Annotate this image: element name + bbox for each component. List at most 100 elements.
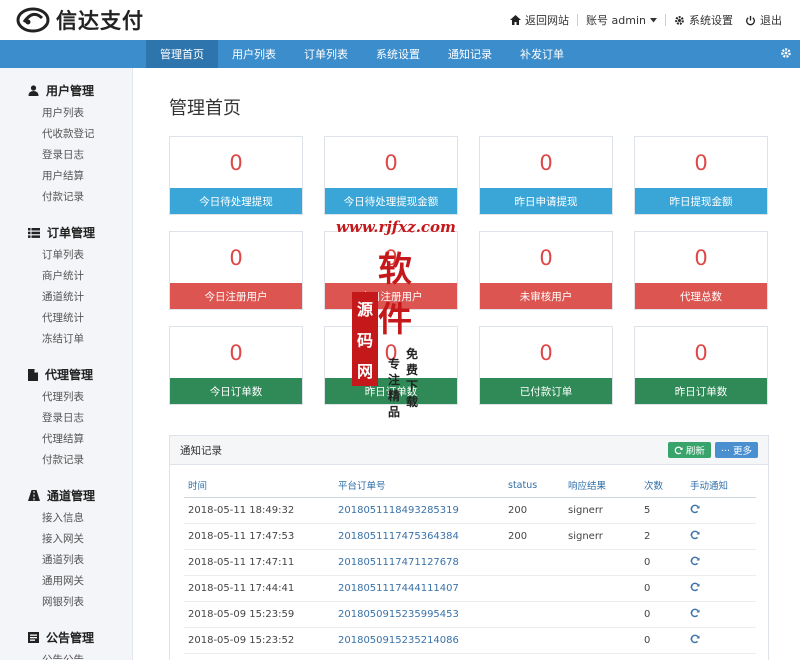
sidebar-item[interactable]: 通道统计	[0, 287, 132, 308]
table-row: 2018-05-09 15:23:52 2018050915235214086 0	[184, 627, 756, 654]
stat-card[interactable]: 0 昨日注册用户	[324, 231, 458, 310]
logout-link[interactable]: 退出	[739, 12, 788, 28]
nav-tab-4[interactable]: 系统设置	[362, 40, 434, 68]
manual-notify-cell	[686, 653, 756, 660]
order-link[interactable]: 2018051118493285319	[334, 497, 504, 524]
column-header: 时间	[184, 473, 334, 498]
sidebar-group-header[interactable]: 用户管理	[0, 74, 132, 103]
stat-card[interactable]: 0 昨日申请提现	[479, 136, 613, 215]
stat-cards: 0 今日待处理提现 0 今日待处理提现金额 0 昨日申请提现 0 昨日提现金额 0 今日注册用户 0…	[169, 136, 768, 405]
stat-label: 代理总数	[635, 283, 767, 309]
settings-link[interactable]: 系统设置	[668, 12, 739, 28]
sidebar-group-header[interactable]: 代理管理	[0, 358, 132, 387]
refresh-button[interactable]: 刷新	[667, 442, 711, 458]
response-cell: signerr	[564, 497, 640, 524]
sidebar: 用户管理 用户列表 代收款登记 登录日志 用户结算 付款记录 订单管理 订单列表 商户统计 通道统…	[0, 68, 133, 660]
nav-gear-icon[interactable]	[780, 47, 792, 62]
sidebar-group-header[interactable]: 公告管理	[0, 621, 132, 650]
stat-label: 今日待处理提现金额	[325, 188, 457, 214]
resend-icon[interactable]	[690, 504, 700, 514]
nav-tab-6[interactable]: 补发订单	[506, 40, 578, 68]
gear-icon	[674, 15, 685, 26]
user-icon	[28, 85, 39, 96]
column-header: 响应结果	[564, 473, 640, 498]
stat-card[interactable]: 0 今日订单数	[169, 326, 303, 405]
sidebar-item[interactable]: 用户结算	[0, 166, 132, 187]
sidebar-item[interactable]: 代理列表	[0, 387, 132, 408]
sidebar-group-header[interactable]: 订单管理	[0, 216, 132, 245]
stat-card[interactable]: 0 昨日订单数	[634, 326, 768, 405]
sidebar-item[interactable]: 接入网关	[0, 529, 132, 550]
nav-tab-2[interactable]: 用户列表	[218, 40, 290, 68]
stat-card[interactable]: 0 代理总数	[634, 231, 768, 310]
order-link[interactable]: 2018050915235214086	[334, 627, 504, 654]
resend-icon[interactable]	[690, 608, 700, 618]
sidebar-group-title: 公告管理	[46, 631, 95, 645]
resend-icon[interactable]	[690, 556, 700, 566]
brand-logo[interactable]: 信达支付	[16, 5, 144, 35]
panel-title: 通知记录	[180, 444, 222, 457]
sidebar-item[interactable]: 订单列表	[0, 245, 132, 266]
sidebar-item[interactable]: 接入信息	[0, 508, 132, 529]
sidebar-item[interactable]: 登录日志	[0, 145, 132, 166]
stat-card[interactable]: 0 今日待处理提现	[169, 136, 303, 215]
count-cell: 5	[640, 497, 686, 524]
notice-icon	[28, 632, 39, 643]
stat-value: 0	[384, 340, 398, 365]
sidebar-item[interactable]: 付款记录	[0, 450, 132, 471]
road-icon	[28, 490, 40, 501]
resend-icon[interactable]	[690, 530, 700, 540]
sidebar-item[interactable]: 冻结订单	[0, 329, 132, 350]
account-label: 账号 admin	[586, 14, 646, 27]
sidebar-item[interactable]: 代理统计	[0, 308, 132, 329]
resend-icon[interactable]	[690, 582, 700, 592]
nav-tab-3[interactable]: 订单列表	[290, 40, 362, 68]
power-icon	[745, 15, 756, 26]
sidebar-group: 代理管理 代理列表 登录日志 代理结算 付款记录	[0, 358, 132, 471]
sidebar-item[interactable]: 登录日志	[0, 408, 132, 429]
table-body: 2018-05-11 18:49:32 2018051118493285319 20…	[184, 497, 756, 660]
sidebar-group: 公告管理公告公告	[0, 621, 132, 660]
order-link[interactable]: 2018050915235995453	[334, 601, 504, 628]
stat-card[interactable]: 0 昨日提现金额	[634, 136, 768, 215]
top-links: 返回网站 账号 admin 系统设置 退出	[504, 12, 788, 28]
time-cell: 2018-05-11 17:44:41	[184, 575, 334, 602]
manual-notify-cell	[686, 575, 756, 602]
response-cell	[564, 575, 640, 602]
status-cell	[504, 575, 564, 602]
account-dropdown[interactable]: 账号 admin	[580, 12, 663, 28]
sidebar-item[interactable]: 付款记录	[0, 187, 132, 208]
manual-notify-cell	[686, 627, 756, 654]
sidebar-item[interactable]: 网银列表	[0, 592, 132, 613]
order-link[interactable]: 2018051117475364384	[334, 523, 504, 550]
refresh-label: 刷新	[685, 446, 705, 457]
sidebar-group-header[interactable]: 通道管理	[0, 479, 132, 508]
order-link[interactable]: 2018051117471127678	[334, 549, 504, 576]
main-content: 管理首页 0 今日待处理提现 0 今日待处理提现金额 0 昨日申请提现 0 昨日提现金额 0 今日…	[133, 68, 800, 660]
status-cell	[504, 549, 564, 576]
brand-name: 信达支付	[56, 9, 144, 33]
stat-card[interactable]: 0 今日注册用户	[169, 231, 303, 310]
sidebar-item[interactable]: 通道列表	[0, 550, 132, 571]
sidebar-item[interactable]: 商户统计	[0, 266, 132, 287]
sidebar-item[interactable]: 代理结算	[0, 429, 132, 450]
stat-card[interactable]: 0 已付款订单	[479, 326, 613, 405]
column-header: 平台订单号	[334, 473, 504, 498]
table-header-row: 时间 平台订单号 status 响应结果 次数 手动通知	[184, 473, 756, 498]
order-link[interactable]: 2018051117444111407	[334, 575, 504, 602]
nav-tab-1[interactable]: 管理首页	[146, 40, 218, 68]
column-header: 次数	[640, 473, 686, 498]
order-link[interactable]: 2018042721274345260	[334, 653, 504, 660]
count-cell: 0	[640, 575, 686, 602]
back-site-link[interactable]: 返回网站	[504, 12, 575, 28]
nav-tab-5[interactable]: 通知记录	[434, 40, 506, 68]
sidebar-item[interactable]: 公告公告	[0, 650, 132, 660]
stat-card[interactable]: 0 未审核用户	[479, 231, 613, 310]
resend-icon[interactable]	[690, 634, 700, 644]
stat-card[interactable]: 0 昨日订单数	[324, 326, 458, 405]
sidebar-item[interactable]: 代收款登记	[0, 124, 132, 145]
sidebar-item[interactable]: 通用网关	[0, 571, 132, 592]
sidebar-item[interactable]: 用户列表	[0, 103, 132, 124]
more-button[interactable]: ··· 更多	[714, 442, 758, 458]
stat-card[interactable]: 0 今日待处理提现金额	[324, 136, 458, 215]
